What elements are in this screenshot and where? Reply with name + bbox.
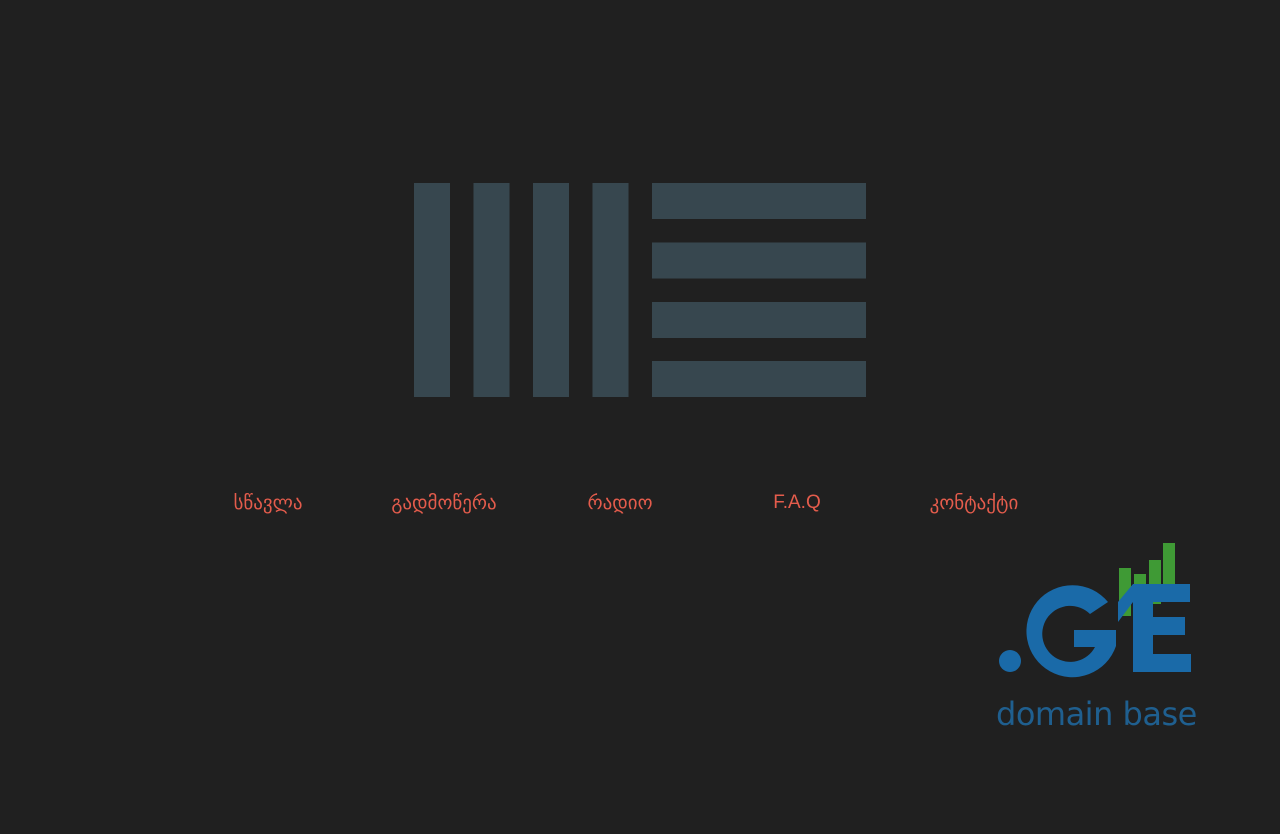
logo-horizontal-bar <box>652 361 866 397</box>
logo-vertical-bar <box>592 183 629 397</box>
logo-vertical-bar <box>533 183 569 397</box>
nav-item-download[interactable]: გადმოწერა <box>344 489 544 517</box>
badge-dot <box>999 650 1021 672</box>
nav-item-learning[interactable]: სწავლა <box>168 489 368 517</box>
domain-ge-logo-icon <box>999 543 1191 678</box>
logo-vertical-bar <box>473 183 510 397</box>
main-nav: სწავლა გადმოწერა რადიო F.A.Q კონტაქტი <box>0 489 1280 517</box>
page: სწავლა გადმოწერა რადიო F.A.Q კონტაქტი do… <box>0 0 1280 834</box>
badge-caption: domain base <box>996 695 1197 733</box>
nav-item-radio[interactable]: რადიო <box>520 489 720 517</box>
badge-letter-e <box>1118 584 1191 672</box>
logo-horizontal-bar <box>652 242 866 279</box>
logo-vertical-bar <box>414 183 450 397</box>
logo-graphic <box>414 183 866 397</box>
nav-item-contact[interactable]: კონტაქტი <box>874 489 1074 517</box>
ableton-logo-icon[interactable] <box>414 183 866 397</box>
domain-ge-badge[interactable]: domain base <box>992 540 1197 735</box>
nav-item-faq[interactable]: F.A.Q <box>697 489 897 517</box>
logo-horizontal-bar <box>652 302 866 338</box>
badge-letter-g <box>1026 585 1116 678</box>
logo-horizontal-bar <box>652 183 866 219</box>
